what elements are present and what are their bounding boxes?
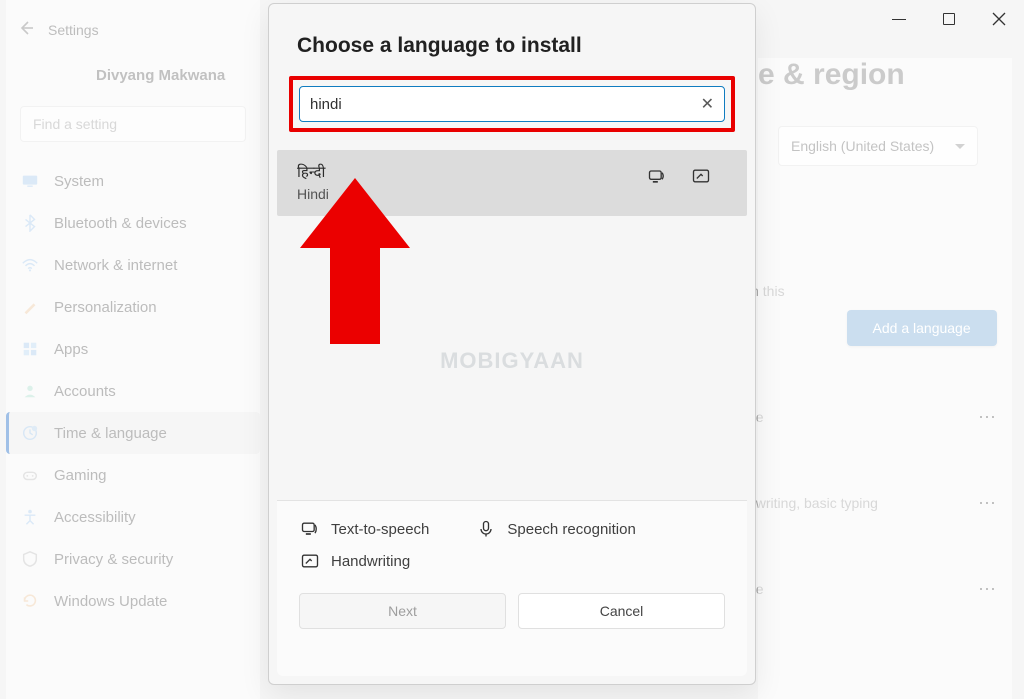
- more-button[interactable]: ⋯: [970, 486, 1004, 520]
- sidebar-item-gaming[interactable]: Gaming: [6, 454, 260, 496]
- sidebar-item-label: Accounts: [54, 383, 116, 400]
- user-name: Divyang Makwana: [96, 67, 260, 84]
- sidebar-item-label: Network & internet: [54, 257, 177, 274]
- gaming-icon: [20, 465, 40, 485]
- system-icon: [20, 171, 40, 191]
- brush-icon: [20, 297, 40, 317]
- sidebar-item-label: Accessibility: [54, 509, 136, 526]
- tts-icon: [647, 166, 667, 191]
- tts-icon: [299, 519, 321, 539]
- page-title: e & region: [758, 58, 1012, 92]
- more-button[interactable]: ⋯: [970, 400, 1004, 434]
- microphone-icon: [475, 519, 497, 539]
- search-input-value: hindi: [310, 96, 342, 113]
- choose-language-dialog: Choose a language to install hindi ✕ हिन…: [268, 3, 756, 685]
- content-pane: e & region English (United States) in th…: [758, 58, 1012, 699]
- sidebar-search-input[interactable]: Find a setting: [20, 106, 246, 142]
- dialog-title: Choose a language to install: [269, 4, 755, 74]
- handwriting-icon: [299, 551, 321, 571]
- window-minimize-button[interactable]: [888, 8, 910, 30]
- language-row[interactable]: ge ⋯: [758, 400, 1012, 434]
- sidebar-item-label: System: [54, 173, 104, 190]
- next-button[interactable]: Next: [299, 593, 506, 629]
- sidebar-item-accessibility[interactable]: Accessibility: [6, 496, 260, 538]
- sidebar-item-personalization[interactable]: Personalization: [6, 286, 260, 328]
- app-title: Settings: [48, 22, 99, 38]
- sidebar-item-label: Time & language: [54, 425, 167, 442]
- clock-icon: [20, 423, 40, 443]
- add-language-button[interactable]: Add a language: [847, 310, 997, 346]
- sidebar-item-system[interactable]: System: [6, 160, 260, 202]
- shield-icon: [20, 549, 40, 569]
- accessibility-icon: [20, 507, 40, 527]
- language-row[interactable]: dwriting, basic typing ⋯: [758, 486, 1012, 520]
- language-result-hindi[interactable]: हिन्दी Hindi: [277, 150, 747, 216]
- search-highlight-annotation: hindi ✕: [289, 76, 735, 132]
- sidebar-item-windows-update[interactable]: Windows Update: [6, 580, 260, 622]
- clear-search-button[interactable]: ✕: [701, 94, 714, 114]
- sidebar-item-time-language[interactable]: Time & language: [6, 412, 260, 454]
- sidebar-item-label: Apps: [54, 341, 88, 358]
- sidebar-search-placeholder: Find a setting: [33, 116, 117, 132]
- cancel-button[interactable]: Cancel: [518, 593, 725, 629]
- feature-tts: Text-to-speech: [299, 519, 429, 539]
- language-search-input[interactable]: hindi ✕: [299, 86, 725, 122]
- sidebar-item-privacy-security[interactable]: Privacy & security: [6, 538, 260, 580]
- window-close-button[interactable]: [988, 8, 1010, 30]
- chevron-down-icon: [955, 144, 965, 149]
- back-arrow-button[interactable]: [18, 20, 34, 39]
- accounts-icon: [20, 381, 40, 401]
- sidebar-item-label: Gaming: [54, 467, 107, 484]
- sidebar-item-network-internet[interactable]: Network & internet: [6, 244, 260, 286]
- back-arrow-icon: [18, 20, 34, 36]
- sidebar-item-bluetooth-devices[interactable]: Bluetooth & devices: [6, 202, 260, 244]
- feature-speech-recognition: Speech recognition: [475, 519, 635, 539]
- sidebar-item-label: Bluetooth & devices: [54, 215, 187, 232]
- display-language-value: English (United States): [791, 138, 934, 154]
- language-row[interactable]: ge ⋯: [758, 572, 1012, 606]
- handwriting-icon: [691, 166, 711, 191]
- wifi-icon: [20, 255, 40, 275]
- sidebar-item-accounts[interactable]: Accounts: [6, 370, 260, 412]
- close-icon: [992, 12, 1006, 26]
- display-language-dropdown[interactable]: English (United States): [778, 126, 978, 166]
- bluetooth-icon: [20, 213, 40, 233]
- apps-icon: [20, 339, 40, 359]
- sidebar-item-label: Windows Update: [54, 593, 167, 610]
- window-maximize-button[interactable]: [938, 8, 960, 30]
- update-icon: [20, 591, 40, 611]
- more-button[interactable]: ⋯: [970, 572, 1004, 606]
- sidebar-item-apps[interactable]: Apps: [6, 328, 260, 370]
- sidebar-item-label: Personalization: [54, 299, 157, 316]
- watermark: MOBIGYAAN: [269, 348, 755, 374]
- feature-handwriting: Handwriting: [299, 551, 410, 571]
- sidebar-item-label: Privacy & security: [54, 551, 173, 568]
- sidebar: Settings Divyang Makwana Find a setting …: [6, 0, 260, 699]
- dialog-footer: Text-to-speech Speech recognition Handwr…: [277, 500, 747, 676]
